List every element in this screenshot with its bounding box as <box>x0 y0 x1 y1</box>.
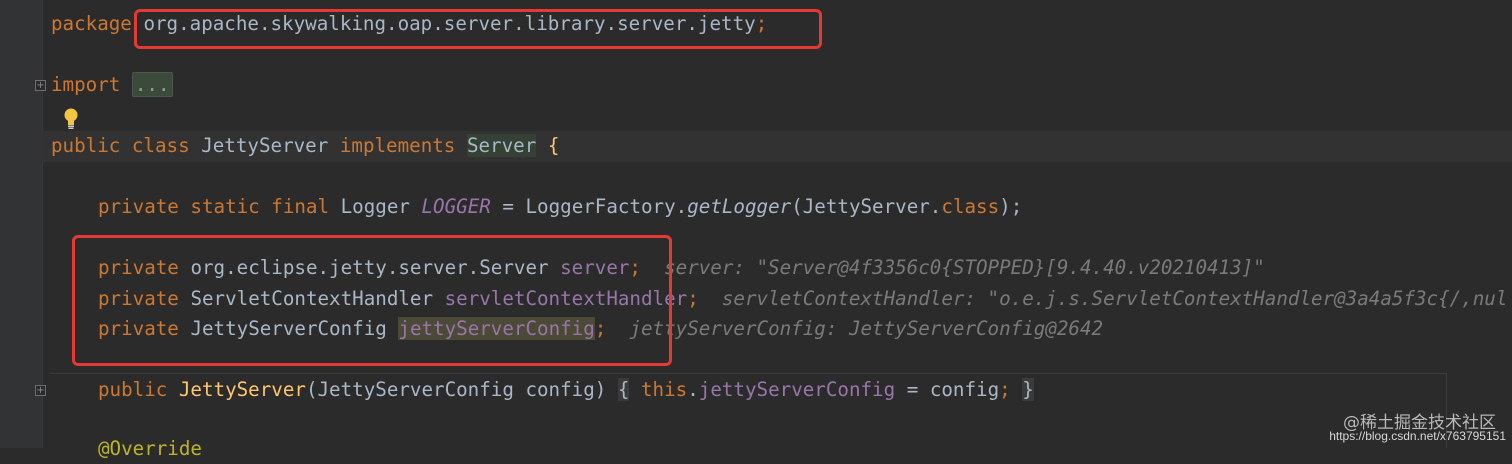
override-annotation[interactable]: @Override <box>98 434 202 464</box>
folded-imports[interactable]: ... <box>131 72 173 97</box>
field-reference: jettyServerConfig <box>698 378 896 401</box>
class-declaration[interactable]: public class JettyServer implements Serv… <box>51 131 559 161</box>
fold-expand-icon[interactable]: + <box>35 385 46 396</box>
annotation-text: @Override <box>98 437 202 460</box>
logger-args-open: (JettyServer. <box>791 195 942 218</box>
class-keyword: class <box>941 195 1000 218</box>
interface-name: Server <box>466 134 537 157</box>
assign-operator: = <box>502 195 514 218</box>
debug-value-hint: server: "Server@4f3356c0{STOPPED}[9.4.40… <box>664 256 1265 279</box>
semicolon: ; <box>999 378 1011 401</box>
public-keyword: public <box>98 378 168 401</box>
logger-args-close: ); <box>999 195 1023 218</box>
implements-keyword: implements <box>339 134 456 157</box>
constructor[interactable]: public JettyServer(JettyServerConfig con… <box>98 375 1034 405</box>
debug-value-hint: servletContextHandler: "o.e.j.s.ServletC… <box>721 287 1508 310</box>
class-keyword: class <box>131 134 190 157</box>
package-keyword: package <box>51 12 132 35</box>
modifiers: private static final <box>98 195 330 218</box>
dot: . <box>687 378 699 401</box>
watermark-url: https://blog.csdn.net/x763795151 <box>1329 429 1506 443</box>
logger-constant: LOGGER <box>421 195 491 218</box>
constructor-params: (JettyServerConfig config) <box>305 378 607 401</box>
logger-type: Logger <box>340 195 410 218</box>
get-logger-method: getLogger <box>687 195 792 218</box>
package-highlight-box <box>134 9 822 49</box>
fields-highlight-box <box>72 235 672 366</box>
editor-gutter <box>0 0 43 448</box>
logger-field[interactable]: private static final Logger LOGGER = Log… <box>98 192 1022 222</box>
method-separator <box>50 373 1446 374</box>
constructor-name: JettyServer <box>178 378 306 401</box>
this-keyword: this <box>641 378 688 401</box>
class-name: JettyServer <box>201 134 329 157</box>
lightbulb-icon[interactable] <box>63 108 79 130</box>
fold-expand-icon[interactable]: + <box>35 80 46 91</box>
semicolon: ; <box>687 287 699 310</box>
logger-factory: LoggerFactory. <box>525 195 688 218</box>
import-declaration[interactable]: import ... <box>51 70 173 100</box>
open-brace: { <box>617 378 630 401</box>
debug-value-hint: jettyServerConfig: JettyServerConfig@264… <box>629 317 1104 340</box>
close-brace: } <box>1022 378 1034 401</box>
public-keyword: public <box>51 134 121 157</box>
assignment: = config <box>895 378 1000 401</box>
import-keyword: import <box>51 73 121 96</box>
open-brace: { <box>547 134 560 157</box>
